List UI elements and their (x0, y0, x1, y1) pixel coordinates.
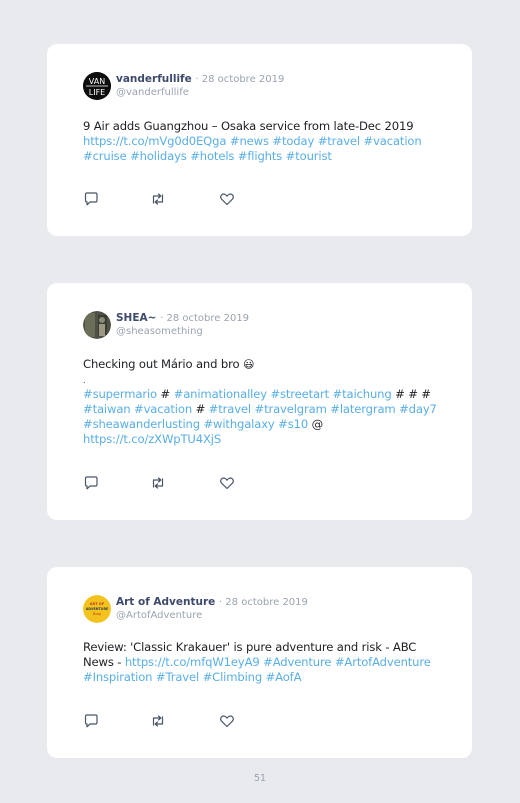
tweet-link[interactable]: https://t.co/mVg0d0EQga (83, 134, 226, 148)
tweet-text-plain: 9 Air adds Guangzhou – Osaka service fro… (83, 119, 414, 133)
avatar[interactable]: VAN LIFE (83, 72, 111, 100)
tweet-text: 9 Air adds Guangzhou – Osaka service fro… (83, 119, 445, 164)
like-icon[interactable] (219, 714, 235, 728)
tweet-hashtags[interactable]: #animationalley #streetart #taichung (174, 387, 392, 401)
tweet-link[interactable]: https://t.co/mfqW1eyA9 (125, 655, 260, 669)
avatar-logo: ART OF ADVENTURE Blog (83, 595, 111, 623)
tweet-date: · 28 octobre 2019 (195, 74, 285, 85)
mention-at: @ (308, 417, 324, 431)
author-name[interactable]: SHEA~ · 28 octobre 2019 (116, 312, 249, 324)
reply-icon[interactable] (83, 714, 99, 728)
retweet-icon[interactable] (150, 476, 166, 490)
svg-text:ART OF: ART OF (90, 602, 105, 606)
like-icon[interactable] (219, 192, 235, 206)
author-display-name[interactable]: vanderfullife (116, 73, 192, 85)
author-display-name[interactable]: SHEA~ (116, 312, 156, 324)
tweet-card: ART OF ADVENTURE Blog Art of Adventure ·… (47, 567, 472, 758)
tweet-date: · 28 octobre 2019 (160, 313, 250, 324)
retweet-icon[interactable] (150, 714, 166, 728)
svg-text:VAN: VAN (89, 77, 105, 86)
tweet-text: Review: 'Classic Krakauer' is pure adven… (83, 640, 445, 685)
tweet-actions (83, 714, 243, 730)
tweet-hashtags[interactable]: #taiwan #vacation (83, 402, 192, 416)
like-icon[interactable] (219, 476, 235, 490)
tweet-hashtags[interactable]: #supermario (83, 387, 157, 401)
tweet-card: VAN LIFE vanderfullife · 28 octobre 2019… (47, 44, 472, 236)
svg-text:ADVENTURE: ADVENTURE (86, 607, 109, 611)
tweet-link[interactable]: https://t.co/zXWpTU4XjS (83, 432, 221, 446)
avatar-photo (83, 311, 111, 339)
avatar[interactable] (83, 311, 111, 339)
tweet-actions (83, 192, 243, 208)
smiley-emoji: 😃 (242, 358, 255, 371)
hash-text: # # # (391, 387, 431, 401)
reply-icon[interactable] (83, 476, 99, 490)
tweet-actions (83, 476, 243, 492)
author-display-name[interactable]: Art of Adventure (116, 596, 215, 608)
avatar-logo: VAN LIFE (83, 72, 111, 100)
svg-text:Blog: Blog (93, 612, 101, 616)
tweet-dot: . (83, 376, 86, 385)
tweet-text: Checking out Mário and bro 😃 . #supermar… (83, 357, 445, 447)
tweet-text-plain: Checking out Mário and bro (83, 357, 240, 371)
reply-icon[interactable] (83, 192, 99, 206)
page-number: 51 (253, 773, 267, 784)
svg-text:LIFE: LIFE (89, 88, 105, 97)
author-handle[interactable]: @ArtofAdventure (116, 610, 202, 621)
tweet-card: SHEA~ · 28 octobre 2019 @sheasomething C… (47, 283, 472, 520)
retweet-icon[interactable] (150, 192, 166, 206)
author-handle[interactable]: @vanderfullife (116, 87, 189, 98)
hash-text: # (192, 402, 209, 416)
hash-text: # (157, 387, 174, 401)
author-name[interactable]: Art of Adventure · 28 octobre 2019 (116, 596, 308, 608)
avatar[interactable]: ART OF ADVENTURE Blog (83, 595, 111, 623)
author-handle[interactable]: @sheasomething (116, 326, 203, 337)
author-name[interactable]: vanderfullife · 28 octobre 2019 (116, 73, 284, 85)
tweet-date: · 28 octobre 2019 (218, 597, 308, 608)
